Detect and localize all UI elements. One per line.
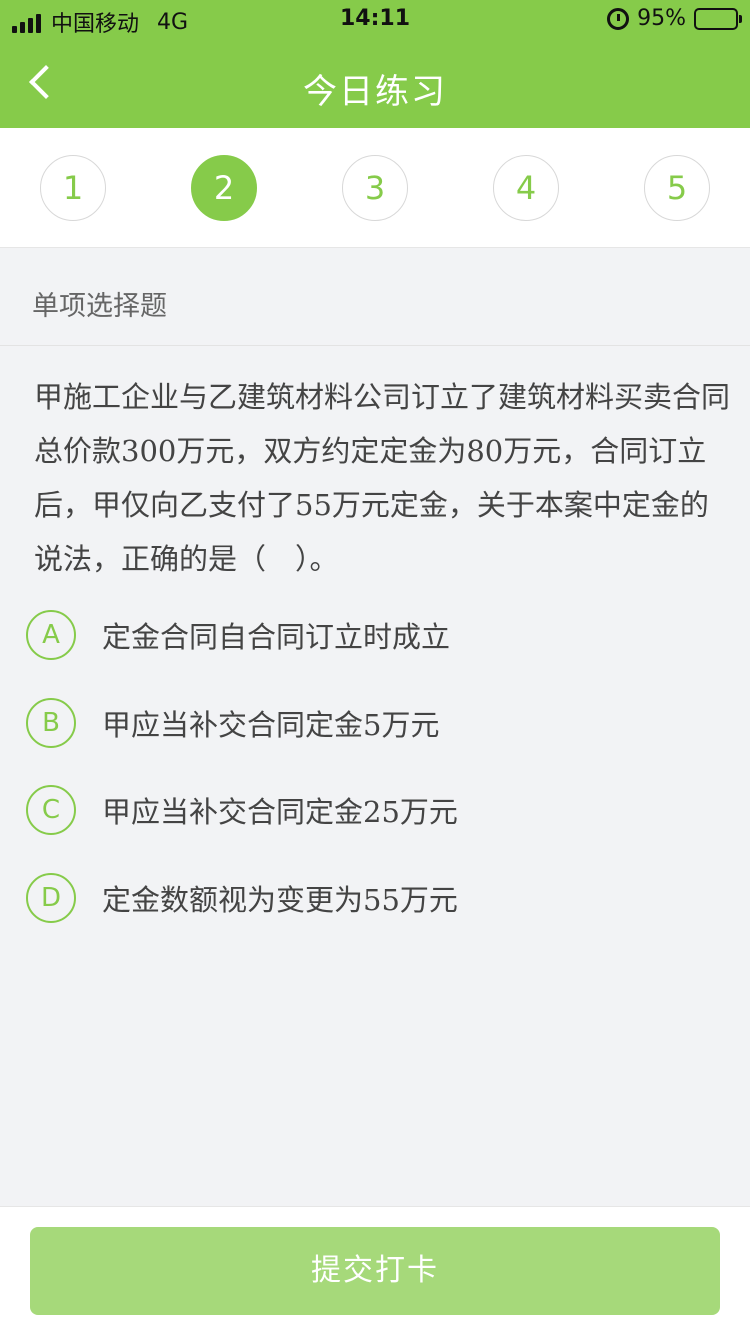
submit-button[interactable]: 提交打卡 xyxy=(30,1227,720,1315)
option-a-text: 定金合同自合同订立时成立 xyxy=(102,620,451,654)
question-text: 甲施工企业与乙建筑材料公司订立了建筑材料买卖合同总价款300万元，双方约定定金为… xyxy=(34,380,731,576)
option-a[interactable]: A 定金合同自合同订立时成立 xyxy=(26,609,726,661)
page: 中国移动 4G 14:11 95% 今日练习 1 2 3 4 5 单项选择题 甲… xyxy=(0,0,750,1334)
question-number-4[interactable]: 4 xyxy=(493,155,559,221)
option-b-text: 甲应当补交合同定金5万元 xyxy=(102,708,440,742)
battery-percent: 95% xyxy=(637,6,686,31)
question-type-row: 单项选择题 xyxy=(0,248,750,346)
question-number-2[interactable]: 2 xyxy=(191,155,257,221)
battery-icon xyxy=(694,7,742,30)
bottom-bar: 提交打卡 xyxy=(0,1206,750,1334)
page-title: 今日练习 xyxy=(303,72,447,112)
option-c-key: C xyxy=(26,785,76,835)
question-number-5[interactable]: 5 xyxy=(644,155,710,221)
option-b[interactable]: B 甲应当补交合同定金5万元 xyxy=(26,697,726,749)
option-b-key: B xyxy=(26,698,76,748)
header: 中国移动 4G 14:11 95% 今日练习 xyxy=(0,0,750,128)
question-number-1[interactable]: 1 xyxy=(40,155,106,221)
alarm-icon xyxy=(607,7,630,30)
option-d[interactable]: D 定金数额视为变更为55万元 xyxy=(26,872,726,924)
question-type: 单项选择题 xyxy=(32,291,167,322)
question-number-3[interactable]: 3 xyxy=(342,155,408,221)
option-d-key: D xyxy=(26,873,76,923)
question-number-bar: 1 2 3 4 5 xyxy=(0,128,750,248)
option-a-key: A xyxy=(26,610,76,660)
status-bar: 中国移动 4G 14:11 95% xyxy=(0,0,750,40)
option-c-text: 甲应当补交合同定金25万元 xyxy=(102,795,458,829)
option-c[interactable]: C 甲应当补交合同定金25万元 xyxy=(26,784,726,836)
option-d-text: 定金数额视为变更为55万元 xyxy=(102,883,458,917)
